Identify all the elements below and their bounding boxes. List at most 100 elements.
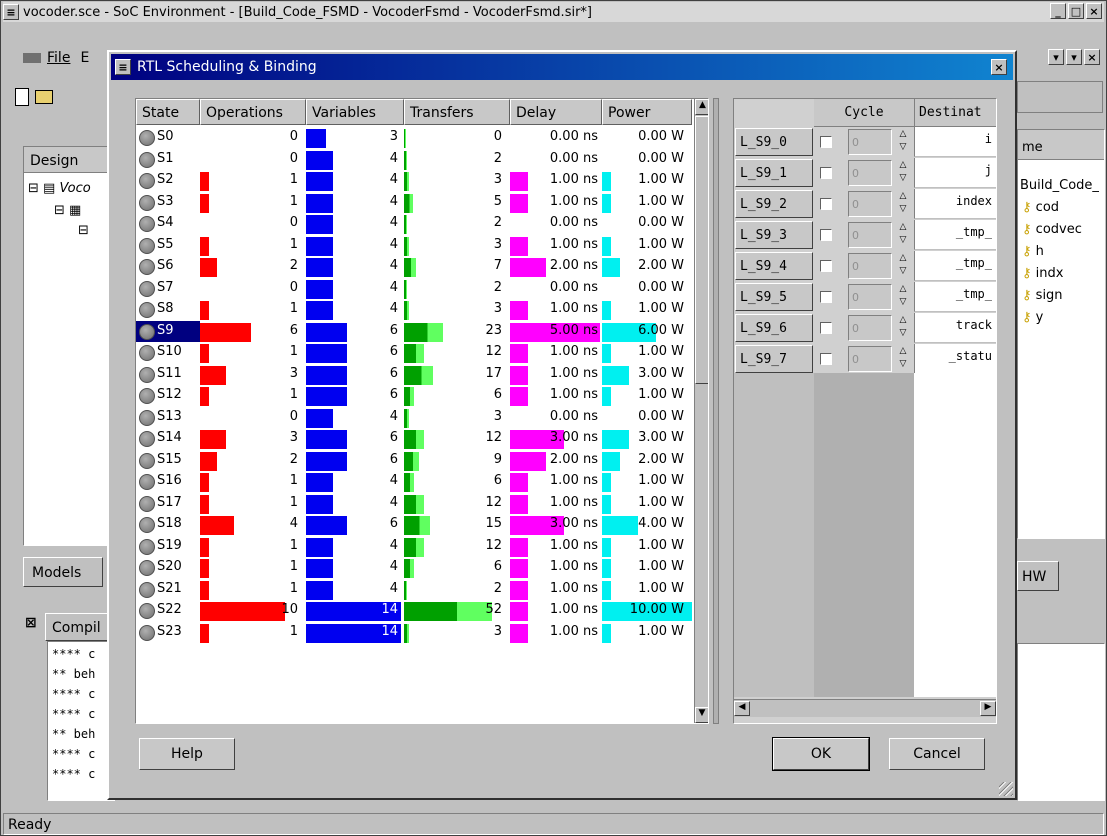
table-vscrollbar[interactable]: ▲ ▼ [694, 99, 708, 723]
right-item-indx[interactable]: ⚷ indx [1022, 266, 1063, 281]
state-cell[interactable]: S1 [136, 149, 200, 171]
state-cell[interactable]: S12 [136, 385, 200, 407]
state-row[interactable]: S23 1 14 3 1.00 ns 1.00 W [136, 622, 692, 644]
state-radio-icon[interactable] [139, 474, 155, 490]
tree-item-root[interactable]: ⊟ ▤ Voco [28, 181, 91, 196]
maximize-icon[interactable]: □ [1068, 3, 1084, 19]
state-radio-icon[interactable] [139, 259, 155, 275]
state-row[interactable]: S4 0 4 2 0.00 ns 0.00 W [136, 213, 692, 235]
state-radio-icon[interactable] [139, 495, 155, 512]
state-radio-icon[interactable] [139, 130, 155, 146]
state-radio-icon[interactable] [139, 216, 155, 232]
state-row[interactable]: S13 0 4 3 0.00 ns 0.00 W [136, 407, 692, 429]
column-header-power[interactable]: Power [602, 99, 692, 125]
state-row[interactable]: S15 2 6 9 2.00 ns 2.00 W [136, 450, 692, 472]
state-cell[interactable]: S17 [136, 493, 200, 515]
cycle-spin-input[interactable]: 0 [848, 191, 892, 217]
schedule-checkbox[interactable] [820, 136, 832, 148]
cycle-spinner-icon[interactable]: △ ▽ [898, 190, 908, 218]
state-cell[interactable]: S15 [136, 450, 200, 472]
cycle-spin-input[interactable]: 0 [848, 222, 892, 248]
column-header-variables[interactable]: Variables [306, 99, 404, 125]
new-file-icon[interactable] [15, 88, 29, 106]
cycle-spin-input[interactable]: 0 [848, 129, 892, 155]
schedule-label[interactable]: L_S9_6 [735, 314, 813, 342]
schedule-label[interactable]: L_S9_1 [735, 159, 813, 187]
state-cell[interactable]: S8 [136, 299, 200, 321]
state-cell[interactable]: S16 [136, 471, 200, 493]
state-cell[interactable]: S21 [136, 579, 200, 601]
tree-item-grandchild[interactable]: ⊟ [78, 223, 89, 238]
schedule-label[interactable]: L_S9_4 [735, 252, 813, 280]
scroll-down-icon[interactable]: ▼ [695, 707, 708, 723]
mdi-close-icon[interactable]: × [1084, 49, 1100, 65]
tree-item-child[interactable]: ⊟ ▦ [54, 203, 81, 218]
scroll-left-icon[interactable]: ◀ [734, 701, 750, 716]
schedule-label[interactable]: L_S9_2 [735, 190, 813, 218]
state-row[interactable]: S6 2 4 7 2.00 ns 2.00 W [136, 256, 692, 278]
dialog-menu-icon[interactable]: ≡ [115, 59, 131, 75]
schedule-label[interactable]: L_S9_5 [735, 283, 813, 311]
cycle-spinner-icon[interactable]: △ ▽ [898, 128, 908, 156]
models-tab[interactable]: Models [23, 557, 103, 587]
state-radio-icon[interactable] [139, 624, 155, 641]
state-row[interactable]: S17 1 4 12 1.00 ns 1.00 W [136, 493, 692, 515]
log-close-icon[interactable]: ⊠ [25, 615, 37, 631]
cycle-spin-input[interactable]: 0 [848, 346, 892, 372]
state-radio-icon[interactable] [139, 409, 155, 426]
cycle-spinner-icon[interactable]: △ ▽ [898, 345, 908, 373]
state-row[interactable]: S18 4 6 15 3.00 ns 4.00 W [136, 514, 692, 536]
state-radio-icon[interactable] [139, 431, 155, 447]
state-radio-icon[interactable] [139, 388, 155, 404]
state-row[interactable]: S2 1 4 3 1.00 ns 1.00 W [136, 170, 692, 192]
state-radio-icon[interactable] [139, 581, 155, 598]
state-radio-icon[interactable] [139, 538, 155, 555]
state-cell[interactable]: S7 [136, 278, 200, 300]
state-radio-icon[interactable] [139, 560, 155, 576]
schedule-checkbox[interactable] [820, 198, 832, 210]
state-row[interactable]: S0 0 3 0 0.00 ns 0.00 W [136, 127, 692, 149]
schedule-checkbox[interactable] [820, 167, 832, 179]
schedule-checkbox[interactable] [820, 322, 832, 334]
state-cell[interactable]: S14 [136, 428, 200, 450]
state-radio-icon[interactable] [139, 452, 155, 469]
state-row[interactable]: S7 0 4 2 0.00 ns 0.00 W [136, 278, 692, 300]
hw-tab[interactable]: HW [1017, 561, 1059, 591]
cycle-spin-input[interactable]: 0 [848, 253, 892, 279]
right-item-sign[interactable]: ⚷ sign [1022, 288, 1063, 303]
schedule-label[interactable]: L_S9_7 [735, 345, 813, 373]
state-row[interactable]: S3 1 4 5 1.00 ns 1.00 W [136, 192, 692, 214]
cycle-spinner-icon[interactable]: △ ▽ [898, 221, 908, 249]
scroll-thumb[interactable] [695, 116, 708, 384]
column-header-transfers[interactable]: Transfers [404, 99, 510, 125]
right-item[interactable]: Build_Code_ [1020, 178, 1099, 193]
mdi-minimize-icon[interactable]: ▾ [1048, 49, 1064, 65]
state-row[interactable]: S21 1 4 2 1.00 ns 1.00 W [136, 579, 692, 601]
right-item-h[interactable]: ⚷ h [1022, 244, 1044, 259]
cycle-spin-input[interactable]: 0 [848, 284, 892, 310]
cycle-spinner-icon[interactable]: △ ▽ [898, 159, 908, 187]
state-radio-icon[interactable] [139, 366, 155, 383]
state-cell[interactable]: S4 [136, 213, 200, 235]
state-row[interactable]: S8 1 4 3 1.00 ns 1.00 W [136, 299, 692, 321]
state-cell[interactable]: S20 [136, 557, 200, 579]
dialog-close-icon[interactable]: × [991, 59, 1007, 75]
cycle-spin-input[interactable]: 0 [848, 315, 892, 341]
state-radio-icon[interactable] [139, 173, 155, 189]
help-button[interactable]: Help [139, 738, 235, 770]
cycle-spinner-icon[interactable]: △ ▽ [898, 314, 908, 342]
compile-tab[interactable]: Compil [45, 613, 115, 641]
state-radio-icon[interactable] [139, 194, 155, 211]
state-row[interactable]: S11 3 6 17 1.00 ns 3.00 W [136, 364, 692, 386]
resize-grip-icon[interactable] [999, 782, 1013, 796]
state-radio-icon[interactable] [139, 345, 155, 361]
state-cell[interactable]: S19 [136, 536, 200, 558]
menu-file[interactable]: File [47, 50, 70, 66]
schedule-hscrollbar[interactable]: ◀ ▶ [734, 699, 996, 717]
state-cell[interactable]: S11 [136, 364, 200, 386]
state-cell[interactable]: S2 [136, 170, 200, 192]
state-cell[interactable]: S18 [136, 514, 200, 536]
state-row[interactable]: S12 1 6 6 1.00 ns 1.00 W [136, 385, 692, 407]
state-cell[interactable]: S23 [136, 622, 200, 644]
right-item-cod[interactable]: ⚷ cod [1022, 200, 1059, 215]
